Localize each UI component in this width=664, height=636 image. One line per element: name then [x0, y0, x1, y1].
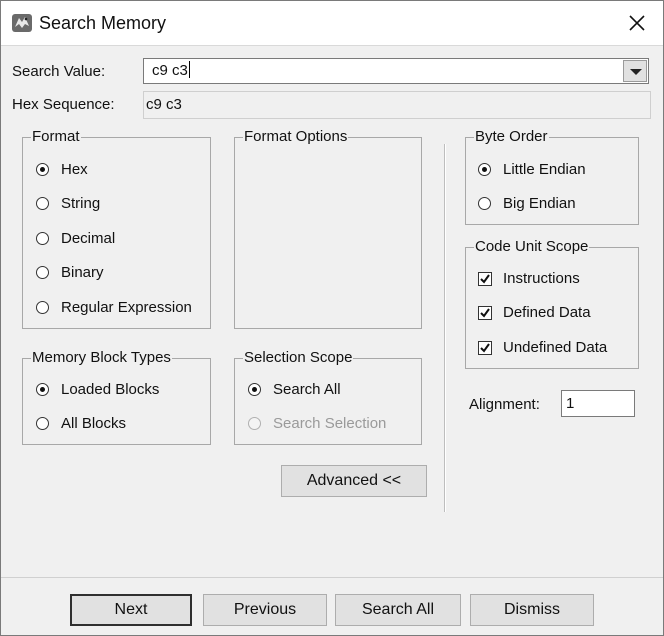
radio-button-icon[interactable]	[36, 232, 49, 245]
alignment-input[interactable]: 1	[561, 390, 635, 417]
vertical-divider	[444, 144, 446, 512]
alignment-label: Alignment:	[469, 396, 540, 413]
checkbox-icon[interactable]	[478, 272, 492, 286]
byte-order-group: Byte Order Little Endian Big Endian	[465, 127, 639, 225]
search-value-label: Search Value:	[12, 63, 106, 80]
close-icon[interactable]	[625, 11, 649, 35]
search-value-text[interactable]: c9 c3	[152, 61, 190, 81]
radio-button-icon[interactable]	[36, 383, 49, 396]
format-options-group: Format Options	[234, 127, 422, 329]
format-group: Format Hex String Decimal Binary Regular…	[22, 127, 211, 329]
format-options-title: Format Options	[243, 127, 349, 147]
search-all-button[interactable]: Search All	[335, 594, 461, 626]
previous-button[interactable]: Previous	[203, 594, 327, 626]
radio-button-icon[interactable]	[36, 417, 49, 430]
hex-sequence-label: Hex Sequence:	[12, 96, 115, 113]
radio-button-icon[interactable]	[478, 197, 491, 210]
selection-scope-title: Selection Scope	[243, 348, 354, 368]
radio-button-icon[interactable]	[248, 383, 261, 396]
radio-button-icon[interactable]	[36, 163, 49, 176]
radio-button-icon[interactable]	[36, 301, 49, 314]
code-unit-scope-title: Code Unit Scope	[474, 237, 590, 257]
search-value-combobox[interactable]: c9 c3	[143, 58, 649, 84]
title-bar: Search Memory	[1, 1, 663, 46]
byte-order-title: Byte Order	[474, 127, 549, 147]
checkbox-icon[interactable]	[478, 306, 492, 320]
memory-block-types-group: Memory Block Types Loaded Blocks All Blo…	[22, 348, 211, 445]
button-bar-divider	[1, 577, 663, 578]
text-caret	[188, 61, 190, 78]
radio-button-icon	[248, 417, 261, 430]
format-group-title: Format	[31, 127, 81, 147]
code-unit-scope-group: Code Unit Scope Instructions Defined Dat…	[465, 237, 639, 369]
radio-button-icon[interactable]	[478, 163, 491, 176]
next-button[interactable]: Next	[70, 594, 192, 626]
alignment-value[interactable]: 1	[566, 394, 574, 414]
radio-button-icon[interactable]	[36, 266, 49, 279]
dragon-app-icon	[12, 14, 32, 32]
dismiss-button[interactable]: Dismiss	[470, 594, 594, 626]
search-memory-dialog: Search Memory Search Value: c9 c3 Hex Se…	[0, 0, 664, 636]
advanced-toggle-button[interactable]: Advanced <<	[281, 465, 427, 497]
hex-sequence-field: c9 c3	[143, 91, 651, 119]
checkbox-icon[interactable]	[478, 341, 492, 355]
memory-block-types-title: Memory Block Types	[31, 348, 172, 368]
dropdown-arrow-icon[interactable]	[623, 60, 647, 82]
selection-scope-group: Selection Scope Search All Search Select…	[234, 348, 422, 445]
radio-button-icon[interactable]	[36, 197, 49, 210]
window-title: Search Memory	[39, 13, 167, 33]
hex-sequence-value: c9 c3	[146, 96, 182, 113]
